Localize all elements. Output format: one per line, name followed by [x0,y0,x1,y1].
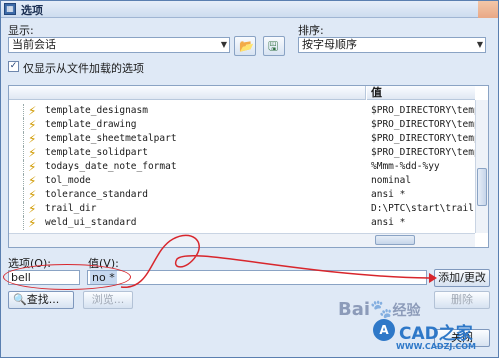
cad-watermark: CAD之家 [399,324,473,344]
baidu-watermark: Bai🐾经验 [338,299,420,320]
paw-icon: 🐾 [370,299,393,320]
options-dialog: ▦ 选项 显示: 当前会话 ▼ 📂 🖫 排序: 按字母顺序 ▼ ✓ 仅显示从文件… [0,0,499,358]
jingyan-watermark-text: 经验 [392,303,421,319]
annotation-arrow [120,234,437,288]
cad-site-watermark: WWW.CADZJ.COM [396,342,477,351]
cad-logo-icon: A [373,319,395,341]
baidu-watermark-text: Bai [338,299,371,320]
